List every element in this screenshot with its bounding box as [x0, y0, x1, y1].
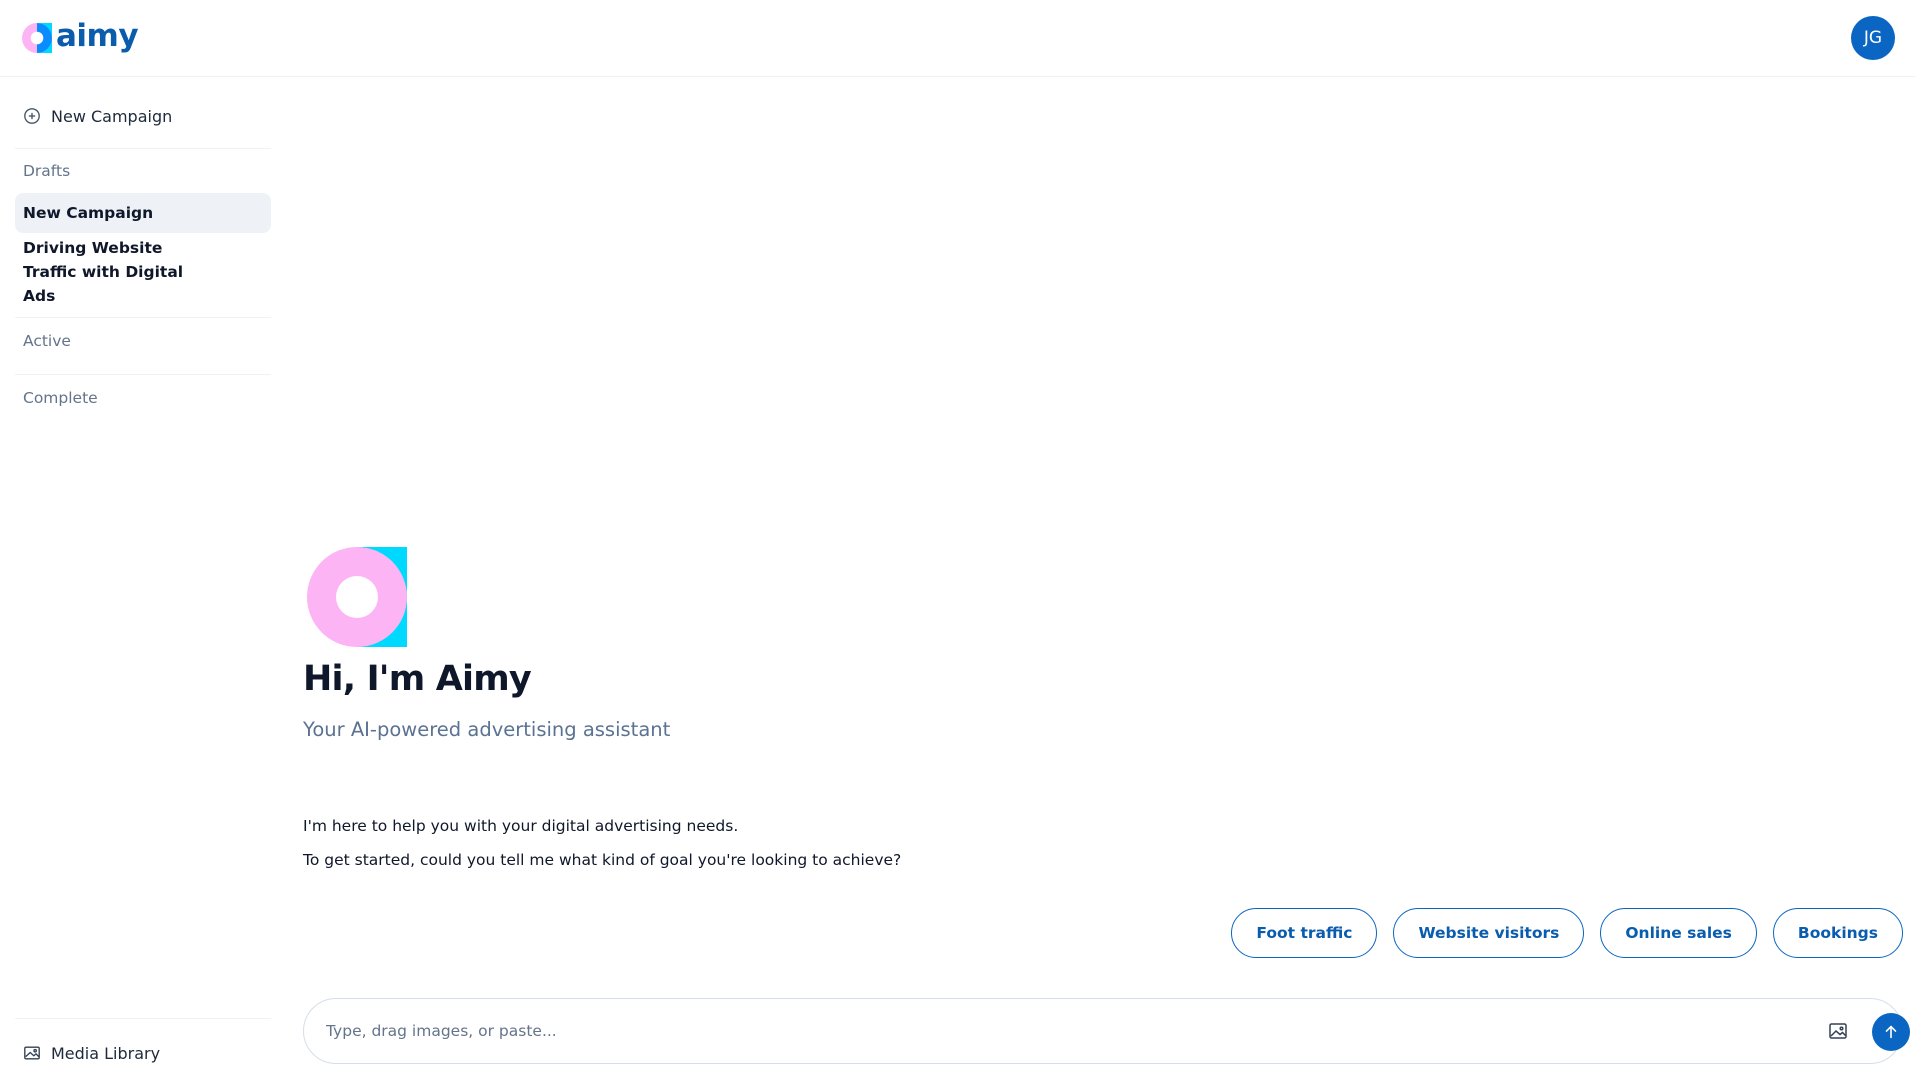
- suggestion-foot-traffic[interactable]: Foot traffic: [1231, 908, 1378, 958]
- sidebar-divider: [15, 374, 271, 375]
- message-input[interactable]: [326, 1017, 1766, 1045]
- image-icon: [24, 1046, 40, 1060]
- arrow-up-icon: [1885, 1025, 1897, 1039]
- sidebar: New Campaign Drafts New Campaign Driving…: [0, 77, 280, 1088]
- drafts-heading: Drafts: [23, 162, 71, 180]
- complete-heading[interactable]: Complete: [23, 389, 98, 407]
- top-header: aimy JG: [0, 0, 1916, 77]
- attach-image-button[interactable]: [1826, 1019, 1850, 1043]
- media-library-label: Media Library: [51, 1043, 161, 1063]
- suggestion-chips: Foot traffic Website visitors Online sal…: [1231, 908, 1903, 958]
- aimy-logo-icon: [22, 23, 52, 53]
- sidebar-divider: [15, 148, 271, 149]
- aimy-hero-logo-icon: [307, 547, 407, 647]
- draft-item-label: Driving Website Traffic with Digital Ads: [23, 239, 184, 305]
- draft-item-new-campaign[interactable]: New Campaign: [15, 193, 271, 233]
- draft-item-label: New Campaign: [23, 204, 154, 222]
- send-button[interactable]: [1872, 1013, 1910, 1051]
- plus-circle-icon: [24, 108, 40, 124]
- image-icon: [1829, 1023, 1847, 1039]
- page-title: Hi, I'm Aimy: [303, 659, 532, 699]
- chat-area: Hi, I'm Aimy Your AI-powered advertising…: [280, 77, 1916, 1088]
- active-heading[interactable]: Active: [23, 332, 71, 350]
- media-library-button[interactable]: Media Library: [23, 1040, 160, 1066]
- suggestion-online-sales[interactable]: Online sales: [1600, 908, 1757, 958]
- suggestion-website-visitors[interactable]: Website visitors: [1393, 908, 1585, 958]
- suggestion-bookings[interactable]: Bookings: [1772, 908, 1903, 958]
- assistant-message-line: I'm here to help you with your digital a…: [303, 817, 739, 835]
- user-avatar[interactable]: JG: [1851, 16, 1895, 60]
- new-campaign-label: New Campaign: [51, 106, 173, 126]
- draft-item-driving-website-traffic[interactable]: Driving Website Traffic with Digital Ads: [15, 239, 215, 305]
- message-composer: [303, 998, 1910, 1064]
- sidebar-divider: [15, 1018, 271, 1019]
- new-campaign-button[interactable]: New Campaign: [23, 103, 172, 129]
- brand-logo[interactable]: aimy: [22, 17, 139, 58]
- sidebar-divider: [15, 317, 271, 318]
- page-subtitle: Your AI-powered advertising assistant: [303, 718, 671, 741]
- brand-name: aimy: [56, 17, 139, 54]
- assistant-message-line: To get started, could you tell me what k…: [303, 851, 902, 869]
